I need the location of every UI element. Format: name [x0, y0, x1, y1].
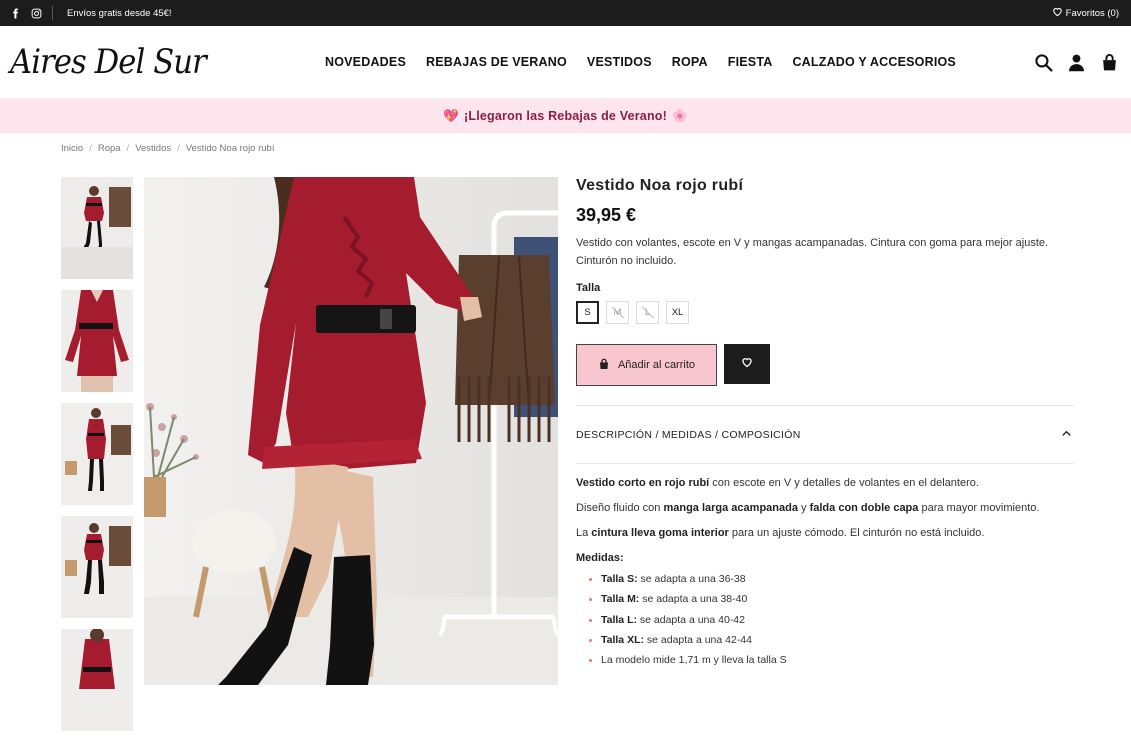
bag-icon [598, 358, 610, 373]
list-item: Talla S: se adapta a una 36-38 [576, 572, 1074, 587]
list-item: Talla M: se adapta a una 38-40 [576, 592, 1074, 607]
list-item: Talla XL: se adapta a una 42-44 [576, 633, 1074, 648]
detail-paragraph-1: Vestido corto en rojo rubí con escote en… [576, 477, 979, 489]
measures-list: Talla S: se adapta a una 36-38 Talla M: … [576, 572, 1074, 668]
breadcrumb-separator: / [89, 143, 92, 154]
nav-fiesta[interactable]: FIESTA [718, 55, 783, 69]
product-info: Vestido Noa rojo rubí 39,95 € Vestido co… [576, 177, 1074, 673]
chevron-up-icon [1061, 428, 1074, 442]
site-logo[interactable]: Aires Del Sur [10, 42, 244, 82]
promo-emoji-heart: 💖 [443, 108, 459, 123]
accordion-title: DESCRIPCIÓN / MEDIDAS / COMPOSICIÓN [576, 428, 801, 441]
user-icon[interactable] [1067, 53, 1086, 72]
instagram-icon[interactable] [31, 8, 42, 19]
nav-calzado-y-accesorios[interactable]: CALZADO Y ACCESORIOS [782, 55, 966, 69]
thumbnail-2[interactable] [61, 290, 133, 392]
description-accordion-body: Vestido corto en rojo rubí con escote en… [576, 464, 1074, 668]
shipping-notice: Envíos gratis desde 45€! [67, 7, 172, 19]
product-actions: Añadir al carrito [576, 344, 1074, 386]
main-product-image[interactable] [144, 177, 558, 685]
size-option-l[interactable]: L [636, 301, 659, 324]
favorites-link[interactable]: Favoritos (0) [1052, 6, 1119, 20]
breadcrumb-current: Vestido Noa rojo rubí [185, 143, 275, 154]
favorites-label: Favoritos (0) [1065, 7, 1119, 19]
product-short-description: Vestido con volantes, escote en V y mang… [576, 237, 1049, 267]
thumbnail-4[interactable] [61, 516, 133, 618]
thumbnail-gallery [61, 177, 133, 742]
bag-icon[interactable] [1100, 53, 1119, 72]
add-to-cart-button[interactable]: Añadir al carrito [576, 344, 717, 386]
product-title: Vestido Noa rojo rubí [576, 177, 744, 194]
breadcrumb-vestidos[interactable]: Vestidos [135, 143, 171, 154]
size-selector: S M L XL [576, 301, 1074, 324]
nav-vestidos[interactable]: VESTIDOS [577, 55, 662, 69]
thumbnail-5[interactable] [61, 629, 133, 731]
description-accordion-header[interactable]: DESCRIPCIÓN / MEDIDAS / COMPOSICIÓN [576, 406, 1074, 464]
breadcrumb-separator: / [126, 143, 130, 154]
detail-paragraph-2: Diseño fluido con manga larga acampanada… [576, 502, 1040, 514]
nav-novedades[interactable]: NOVEDADES [315, 55, 416, 69]
breadcrumb-separator: / [177, 143, 180, 154]
nav-rebajas-de-verano[interactable]: REBAJAS DE VERANO [416, 55, 577, 69]
breadcrumb-ropa[interactable]: Ropa [98, 143, 121, 154]
promo-text: ¡Llegaron las Rebajas de Verano! [464, 109, 667, 123]
main-nav: NOVEDADES REBAJAS DE VERANO VESTIDOS ROP… [315, 55, 966, 69]
heart-icon [741, 355, 753, 373]
size-label: Talla [576, 282, 601, 294]
product-price: 39,95 € [576, 205, 637, 225]
breadcrumb: Inicio / Ropa / Vestidos / Vestido Noa r… [61, 143, 274, 154]
add-to-favorites-button[interactable] [724, 344, 770, 384]
facebook-icon[interactable] [10, 7, 21, 19]
size-option-s[interactable]: S [576, 301, 599, 324]
nav-ropa[interactable]: ROPA [662, 55, 718, 69]
list-item: La modelo mide 1,71 m y lleva la talla S [576, 653, 1074, 668]
breadcrumb-inicio[interactable]: Inicio [61, 143, 83, 154]
promo-banner[interactable]: 💖 ¡Llegaron las Rebajas de Verano! 🌸 [0, 99, 1131, 133]
site-header: Aires Del Sur NOVEDADES REBAJAS DE VERAN… [0, 26, 1131, 99]
top-bar: Envíos gratis desde 45€! Favoritos (0) [0, 0, 1131, 26]
size-option-m[interactable]: M [606, 301, 629, 324]
promo-emoji-flower: 🌸 [672, 108, 688, 123]
header-icons [1034, 53, 1119, 72]
thumbnail-3[interactable] [61, 403, 133, 505]
list-item: Talla L: se adapta a una 40-42 [576, 613, 1074, 628]
size-option-xl[interactable]: XL [666, 301, 689, 324]
heart-icon [1052, 6, 1063, 20]
add-to-cart-label: Añadir al carrito [617, 359, 696, 371]
measures-title: Medidas: [576, 552, 624, 564]
search-icon[interactable] [1034, 53, 1053, 72]
detail-paragraph-3: La cintura lleva goma interior para un a… [576, 527, 985, 539]
social-links [10, 6, 53, 20]
thumbnail-1[interactable] [61, 177, 133, 279]
